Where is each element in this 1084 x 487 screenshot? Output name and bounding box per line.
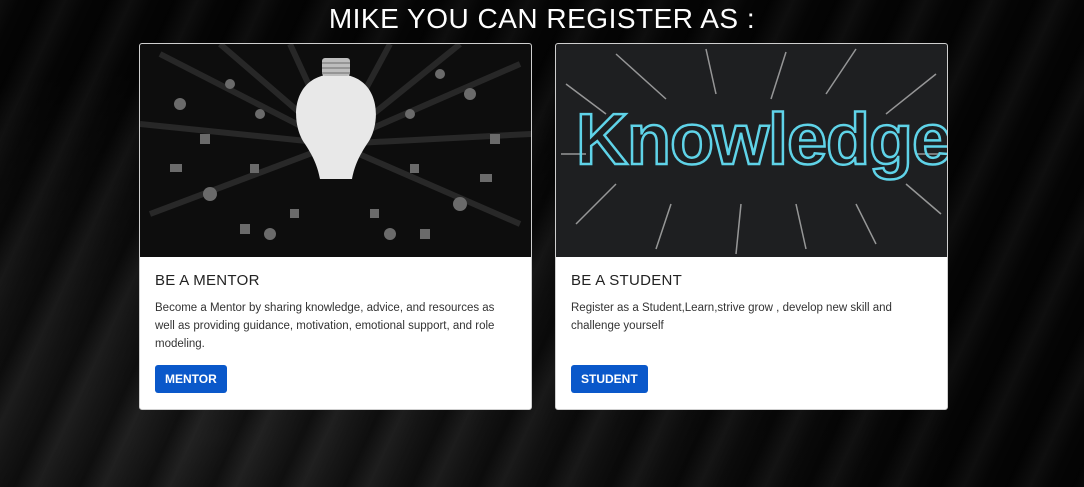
student-button[interactable]: STUDENT: [571, 365, 648, 393]
mentor-button[interactable]: MENTOR: [155, 365, 227, 393]
mentor-card: BE A MENTOR Become a Mentor by sharing k…: [139, 43, 532, 410]
lightbulb-image: [140, 44, 531, 257]
student-card: Knowledge BE A STUDENT Register as a Stu…: [555, 43, 948, 410]
knowledge-image-text: Knowledge: [576, 100, 947, 180]
mentor-card-title: BE A MENTOR: [155, 272, 260, 289]
mentor-card-description: Become a Mentor by sharing knowledge, ad…: [155, 302, 495, 350]
student-card-title: BE A STUDENT: [571, 272, 683, 289]
knowledge-chalkboard-image: Knowledge: [556, 44, 947, 257]
student-card-description: Register as a Student,Learn,strive grow …: [571, 302, 892, 332]
page-title: MIKE YOU CAN REGISTER AS :: [328, 3, 756, 34]
